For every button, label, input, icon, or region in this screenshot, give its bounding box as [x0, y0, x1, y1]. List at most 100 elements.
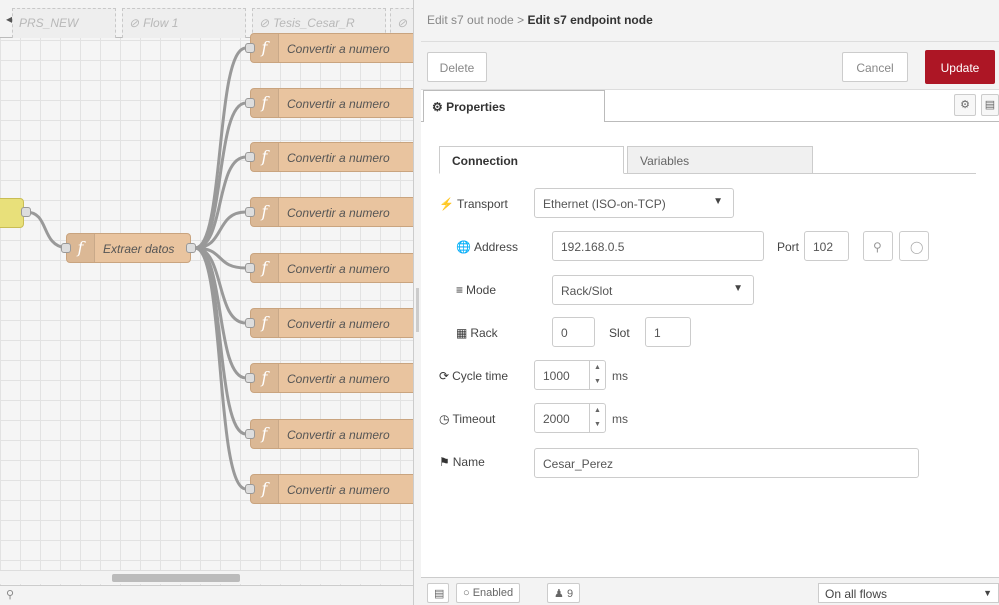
input-port[interactable]	[245, 207, 255, 217]
cycle-time-value: 1000	[543, 369, 570, 383]
cycle-time-stepper[interactable]: 1000 ▲ ▼	[534, 360, 606, 390]
mode-label: ≡ Mode	[456, 283, 496, 297]
input-port[interactable]	[245, 98, 255, 108]
function-node-convertir[interactable]: f Convertir a numero	[250, 88, 413, 118]
timeout-label-text: Timeout	[452, 412, 496, 426]
cycle-time-label: ⟳ Cycle time	[439, 369, 508, 383]
users-count: 9	[566, 588, 574, 600]
tab-variables[interactable]: Variables	[627, 146, 813, 174]
node-label: Convertir a numero	[287, 97, 390, 111]
function-node-convertir[interactable]: f Convertir a numero	[250, 308, 413, 338]
function-node-convertir[interactable]: f Convertir a numero	[250, 474, 413, 504]
timeout-label: ◷ Timeout	[439, 412, 495, 426]
node-label: Convertir a numero	[287, 206, 390, 220]
scope-value: On all flows	[825, 587, 888, 601]
scrollbar-thumb[interactable]	[112, 574, 240, 582]
function-node-convertir[interactable]: f Convertir a numero	[250, 419, 413, 449]
delete-button[interactable]: Delete	[427, 52, 487, 82]
input-port[interactable]	[245, 152, 255, 162]
chevron-down-icon[interactable]: ▼	[590, 418, 605, 432]
chevron-up-icon[interactable]: ▲	[590, 404, 605, 418]
search-icon[interactable]: ⚲	[863, 231, 893, 261]
slot-value: 1	[654, 326, 661, 340]
splitter-grip[interactable]	[416, 288, 419, 332]
function-icon: f	[251, 420, 279, 448]
input-port[interactable]	[245, 484, 255, 494]
spinner-buttons[interactable]: ▲ ▼	[589, 361, 605, 389]
chevron-down-icon: ▼	[713, 196, 723, 207]
chevron-up-icon[interactable]: ▲	[590, 361, 605, 375]
function-icon: f	[251, 89, 279, 117]
sitemap-icon: ▦	[456, 326, 468, 340]
plug-icon: ⚡	[439, 197, 454, 211]
enabled-toggle[interactable]: ○ Enabled	[456, 583, 521, 603]
breadcrumb-parent[interactable]: Edit s7 out node	[427, 13, 514, 27]
update-button[interactable]: Update	[925, 50, 995, 84]
breadcrumb: Edit s7 out node > Edit s7 endpoint node	[421, 0, 999, 42]
scope-select[interactable]: On all flows ▼	[818, 583, 999, 603]
input-port[interactable]	[245, 429, 255, 439]
cancel-button[interactable]: Cancel	[842, 52, 908, 82]
search-icon[interactable]: ⚲	[6, 588, 14, 601]
horizontal-scrollbar[interactable]	[0, 570, 413, 584]
properties-form: Connection Variables ⚡ Transport Ethernet…	[421, 122, 999, 577]
function-icon: f	[251, 364, 279, 392]
port-value: 102	[813, 240, 834, 254]
name-label: ⚑ Name	[439, 455, 485, 469]
flow-workspace[interactable]: ◀ PRS_NEW ⊘ Flow 1 ⊘ Tesis_Cesar_R ⊘ f E…	[0, 0, 413, 605]
function-node-convertir[interactable]: f Convertir a numero	[250, 363, 413, 393]
address-field[interactable]: 192.168.0.5	[552, 231, 764, 261]
timeout-stepper[interactable]: 2000 ▲ ▼	[534, 403, 606, 433]
mode-select[interactable]: Rack/Slot ▼	[552, 275, 754, 305]
function-node-convertir[interactable]: f Convertir a numero	[250, 253, 413, 283]
input-port[interactable]	[245, 263, 255, 273]
port-field[interactable]: 102	[804, 231, 849, 261]
tab-label: Properties	[446, 100, 506, 114]
input-port[interactable]	[245, 318, 255, 328]
user-icon: ♟	[554, 588, 564, 600]
output-port[interactable]	[21, 207, 31, 217]
input-port[interactable]	[61, 243, 71, 253]
spinner-buttons[interactable]: ▲ ▼	[589, 404, 605, 432]
function-node-extraer-datos[interactable]: f Extraer datos	[66, 233, 191, 263]
transport-label: ⚡ Transport	[439, 197, 508, 211]
tab-connection[interactable]: Connection	[439, 146, 624, 174]
node-label: Convertir a numero	[287, 483, 390, 497]
wire	[194, 246, 247, 436]
description-icon[interactable]: ▤	[981, 94, 999, 116]
name-value: Cesar_Perez	[543, 457, 614, 471]
node-help-icon[interactable]: ▤	[427, 583, 449, 603]
node-label: Convertir a numero	[287, 372, 390, 386]
address-label: 🌐 Address	[456, 240, 518, 254]
wire	[25, 210, 67, 250]
breadcrumb-current: Edit s7 endpoint node	[527, 13, 653, 27]
clock-icon: ◷	[439, 412, 450, 426]
node-label: Convertir a numero	[287, 42, 390, 56]
node-label: Convertir a numero	[287, 428, 390, 442]
slot-field[interactable]: 1	[645, 317, 691, 347]
mode-value: Rack/Slot	[561, 284, 613, 298]
node-label: Convertir a numero	[287, 317, 390, 331]
name-field[interactable]: Cesar_Perez	[534, 448, 919, 478]
mode-label-text: Mode	[466, 283, 497, 297]
chevron-down-icon[interactable]: ▼	[590, 375, 605, 389]
lightbulb-icon[interactable]: ◯	[899, 231, 929, 261]
timeout-unit: ms	[612, 412, 628, 426]
input-port[interactable]	[245, 43, 255, 53]
function-node-convertir[interactable]: f Convertir a numero	[250, 142, 413, 172]
tab-properties[interactable]: ⚙ Properties	[423, 90, 605, 123]
sliders-icon: ≡	[456, 283, 464, 297]
input-port[interactable]	[245, 373, 255, 383]
transport-select[interactable]: Ethernet (ISO-on-TCP) ▼	[534, 188, 734, 218]
users-indicator: ♟ 9	[547, 583, 581, 603]
function-node-convertir[interactable]: f Convertir a numero	[250, 33, 413, 63]
address-value: 192.168.0.5	[561, 240, 625, 254]
node-label: Extraer datos	[103, 242, 175, 256]
output-port[interactable]	[186, 243, 196, 253]
panel-splitter[interactable]	[413, 0, 421, 605]
rack-field[interactable]: 0	[552, 317, 595, 347]
settings-gear-icon[interactable]: ⚙	[954, 94, 976, 116]
port-label: Port	[777, 240, 800, 254]
tray-toolbar: Delete Cancel Update	[421, 42, 999, 90]
function-node-convertir[interactable]: f Convertir a numero	[250, 197, 413, 227]
